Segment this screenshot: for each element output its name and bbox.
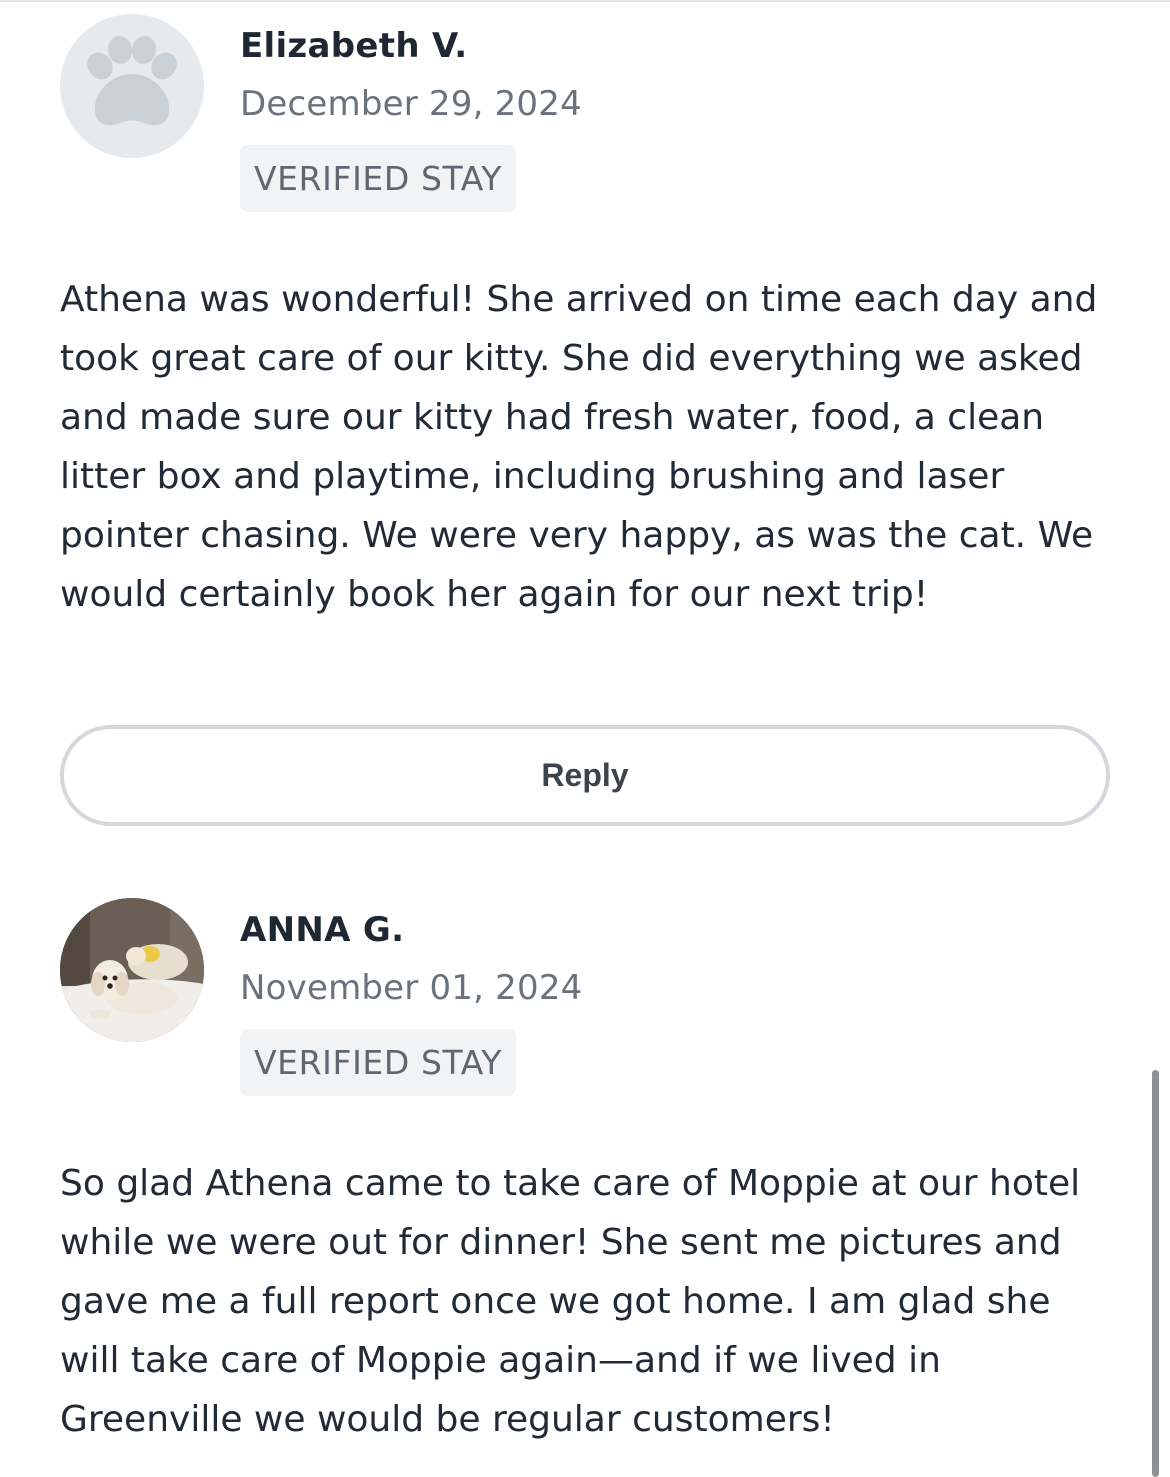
review-date: November 01, 2024 <box>240 968 583 1008</box>
verified-stay-badge: VERIFIED STAY <box>240 1029 517 1096</box>
dog-photo <box>60 898 204 1042</box>
top-divider <box>0 0 1170 2</box>
reviewer-name: Elizabeth V. <box>240 26 468 66</box>
verified-stay-badge: VERIFIED STAY <box>240 145 517 212</box>
avatar[interactable] <box>60 898 204 1042</box>
reviewer-name: ANNA G. <box>240 910 405 950</box>
review-text: So glad Athena came to take care of Mopp… <box>60 1163 1081 1440</box>
reply-button[interactable]: Reply <box>60 725 1110 826</box>
paw-icon <box>87 36 177 126</box>
review-text: Athena was wonderful! She arrived on tim… <box>60 279 1098 615</box>
review-date: December 29, 2024 <box>240 84 582 124</box>
avatar[interactable] <box>60 14 204 158</box>
scrollbar[interactable] <box>1152 1070 1159 1477</box>
